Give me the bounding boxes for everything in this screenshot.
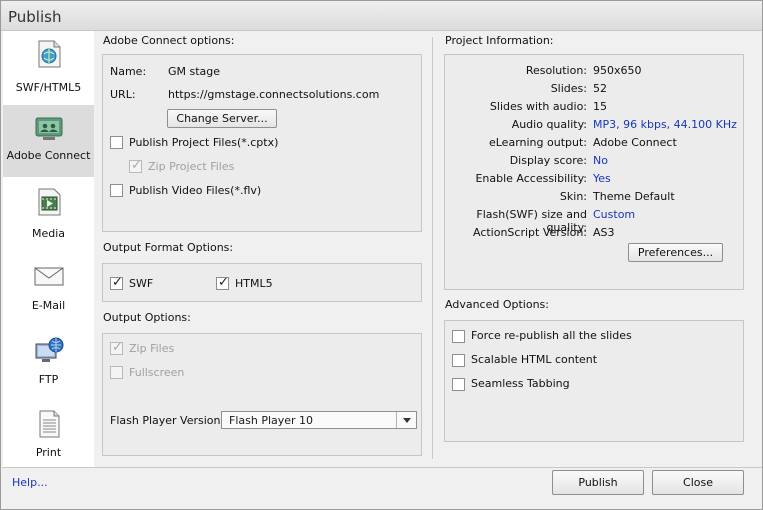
swf-checkbox[interactable] xyxy=(110,275,123,290)
sidebar-item-print[interactable]: Print xyxy=(3,401,94,473)
sidebar-item-label: FTP xyxy=(38,373,59,386)
sidebar-item-label: Media xyxy=(31,227,66,240)
name-label: Name: xyxy=(110,65,147,78)
info-key: Audio quality: xyxy=(511,118,587,131)
print-icon xyxy=(39,410,60,438)
sidebar-item-label: Adobe Connect xyxy=(6,149,91,162)
info-value: Theme Default xyxy=(593,190,675,203)
help-link[interactable]: Help... xyxy=(12,476,48,489)
flash-player-version-value: Flash Player 10 xyxy=(229,414,314,427)
output-options-panel: Zip Files Fullscreen Flash Player Versio… xyxy=(102,333,422,456)
publish-project-files-label: Publish Project Files(*.cptx) xyxy=(129,136,279,149)
close-button[interactable]: Close xyxy=(652,470,744,495)
html5-label: HTML5 xyxy=(235,277,273,290)
footer-separator xyxy=(2,467,762,468)
info-key: Slides: xyxy=(550,82,587,95)
fullscreen-checkbox[interactable] xyxy=(110,366,123,379)
publish-button[interactable]: Publish xyxy=(552,470,644,495)
advanced-options-panel: Force re-publish all the slides Scalable… xyxy=(444,320,744,442)
publish-dialog: Publish SWF/HTML5 Adobe Connect Media E-… xyxy=(0,0,763,510)
media-icon xyxy=(38,188,61,216)
name-value: GM stage xyxy=(168,65,221,78)
publish-video-files-checkbox[interactable] xyxy=(110,184,123,197)
publish-video-files-label: Publish Video Files(*.flv) xyxy=(129,184,262,197)
zip-files-checkbox[interactable] xyxy=(110,340,123,355)
adobe-connect-options-panel: Name: GM stage URL: https://gmstage.conn… xyxy=(102,54,422,232)
dialog-title: Publish xyxy=(8,8,62,26)
audio-quality-link[interactable]: MP3, 96 kbps, 44.100 KHz xyxy=(593,118,737,131)
flash-player-version-select[interactable]: Flash Player 10 xyxy=(221,411,417,429)
sidebar-item-ftp[interactable]: FTP xyxy=(3,327,94,399)
change-server-button[interactable]: Change Server... xyxy=(167,109,277,128)
sidebar-item-label: SWF/HTML5 xyxy=(15,81,82,94)
enable-accessibility-link[interactable]: Yes xyxy=(593,172,611,185)
sidebar-item-swf-html5[interactable]: SWF/HTML5 xyxy=(3,31,94,103)
project-information-panel: Resolution: 950x650 Slides: 52 Slides wi… xyxy=(444,54,744,290)
zip-files-label: Zip Files xyxy=(129,342,175,355)
scalable-html-label: Scalable HTML content xyxy=(471,353,598,366)
sidebar-item-email[interactable]: E-Mail xyxy=(3,253,94,325)
email-icon xyxy=(34,267,64,286)
info-key: Resolution: xyxy=(525,64,587,77)
sidebar-item-adobe-connect[interactable]: Adobe Connect xyxy=(3,105,94,177)
info-key: ActionScript Version: xyxy=(472,226,587,239)
output-format-panel: SWF HTML5 xyxy=(102,263,422,302)
publish-project-files-checkbox[interactable] xyxy=(110,136,123,149)
fullscreen-label: Fullscreen xyxy=(129,366,185,379)
project-information-heading: Project Information: xyxy=(445,34,554,47)
seamless-tabbing-label: Seamless Tabbing xyxy=(471,377,570,390)
scalable-html-checkbox[interactable] xyxy=(452,354,465,367)
sidebar-item-media[interactable]: Media xyxy=(3,179,94,251)
ftp-icon xyxy=(35,337,64,362)
info-value: 52 xyxy=(593,82,607,95)
html5-checkbox[interactable] xyxy=(216,275,229,290)
info-value: 950x650 xyxy=(593,64,642,77)
url-value: https://gmstage.connectsolutions.com xyxy=(168,88,380,101)
swf-size-quality-link[interactable]: Custom xyxy=(593,208,635,221)
info-key: Skin: xyxy=(559,190,587,203)
info-key: eLearning output: xyxy=(488,136,587,149)
output-format-heading: Output Format Options: xyxy=(103,241,234,254)
flash-player-version-label: Flash Player Version: xyxy=(110,414,225,427)
chevron-down-icon xyxy=(396,412,416,428)
zip-project-files-label: Zip Project Files xyxy=(148,160,235,173)
output-options-heading: Output Options: xyxy=(103,311,191,324)
info-key: Enable Accessibility: xyxy=(475,172,587,185)
force-republish-label: Force re-publish all the slides xyxy=(471,329,632,342)
display-score-link[interactable]: No xyxy=(593,154,608,167)
swf-label: SWF xyxy=(129,277,154,290)
info-value: AS3 xyxy=(593,226,615,239)
adobe-connect-options-heading: Adobe Connect options: xyxy=(103,34,235,47)
advanced-options-heading: Advanced Options: xyxy=(445,298,549,311)
url-label: URL: xyxy=(110,88,136,101)
preferences-button[interactable]: Preferences... xyxy=(628,243,723,262)
zip-project-files-checkbox[interactable] xyxy=(129,158,142,173)
info-key: Slides with audio: xyxy=(489,100,587,113)
column-divider xyxy=(432,37,433,459)
sidebar-item-label: E-Mail xyxy=(31,299,66,312)
info-value: 15 xyxy=(593,100,607,113)
title-bar: Publish xyxy=(1,1,762,31)
swf-html5-icon xyxy=(38,40,61,68)
info-key: Display score: xyxy=(509,154,587,167)
force-republish-checkbox[interactable] xyxy=(452,330,465,343)
info-value: Adobe Connect xyxy=(593,136,677,149)
sidebar: SWF/HTML5 Adobe Connect Media E-Mail FTP… xyxy=(3,31,94,467)
adobe-connect-icon xyxy=(35,117,63,140)
seamless-tabbing-checkbox[interactable] xyxy=(452,378,465,391)
sidebar-item-label: Print xyxy=(35,446,62,459)
